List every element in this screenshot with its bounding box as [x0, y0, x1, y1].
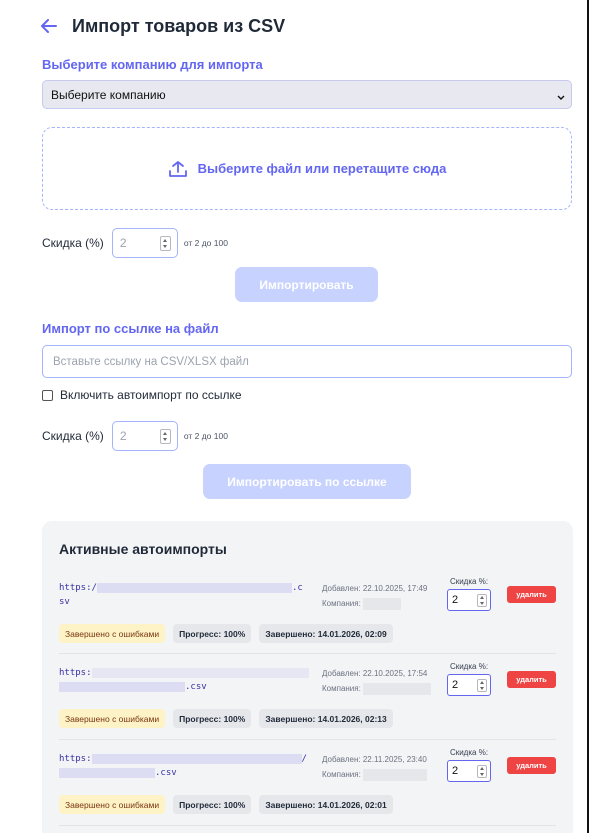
import-button[interactable]: Импортировать — [235, 267, 378, 302]
autoimport-discount: Скидка %: 2 — [447, 662, 491, 696]
dropzone-text: Выберите файл или перетащите сюда — [197, 161, 447, 176]
redacted-block — [59, 767, 155, 778]
divider — [59, 739, 556, 740]
autoimport-url[interactable]: https: / .csv — [59, 752, 307, 780]
delete-button[interactable]: удалить — [507, 671, 556, 688]
url-text-start: https:/ — [59, 583, 97, 593]
finished-badge: Завершено: 14.01.2026, 02:09 — [259, 624, 393, 643]
autoimport-item: https: / .csv Добавлен: 22.11.2025, 23:40… — [59, 748, 556, 820]
redacted-block — [91, 753, 302, 764]
autoimport-meta: Добавлен: 22.10.2025, 17:49 Компания: — [322, 581, 427, 611]
url-text-end: / — [301, 754, 307, 764]
discount-value: 2 — [452, 765, 459, 777]
url-text-line2: .csv — [185, 682, 207, 692]
autoimport-url[interactable]: https: .csv — [59, 666, 309, 694]
spinner-icon[interactable] — [159, 236, 171, 251]
url-placeholder: Вставьте ссылку на CSV/XLSX файл — [53, 355, 249, 368]
link-import-label: Импорт по ссылке на файл — [42, 321, 219, 336]
discount-label: Скидка (%) — [42, 236, 104, 250]
discount-input[interactable]: 2 — [111, 421, 178, 451]
autoimport-item: https: .csv Добавлен: 22.10.2025, 17:54 … — [59, 662, 556, 734]
status-badges: Завершено с ошибками Прогресс: 100% Заве… — [59, 709, 393, 728]
added-date: Добавлен: 22.10.2025, 17:49 — [322, 584, 428, 593]
page-title: Импорт товаров из CSV — [72, 15, 286, 36]
file-dropzone[interactable]: Выберите файл или перетащите сюда — [42, 127, 572, 210]
delete-button[interactable]: удалить — [507, 757, 556, 774]
autoimport-discount: Скидка %: 2 — [447, 748, 491, 782]
url-text-line2: sv — [59, 597, 70, 607]
company-label: Выберите компанию для импорта — [42, 57, 263, 72]
page-header: Импорт товаров из CSV — [40, 14, 285, 38]
company-label: Компания: — [322, 770, 361, 779]
autoimport-checkbox[interactable] — [42, 389, 53, 401]
status-badge: Завершено с ошибками — [59, 795, 166, 814]
url-input[interactable]: Вставьте ссылку на CSV/XLSX файл — [42, 345, 572, 378]
autoimport-meta: Добавлен: 22.10.2025, 17:54 Компания: — [322, 666, 432, 696]
redacted-block — [91, 667, 309, 678]
import-page: Импорт товаров из CSV Выберите компанию … — [0, 0, 589, 833]
status-badge: Завершено с ошибками — [59, 709, 166, 728]
autoimport-discount: Скидка %: 2 — [447, 577, 491, 611]
discount-hint: от 2 до 100 — [183, 431, 228, 441]
discount-value: 2 — [452, 594, 459, 606]
spinner-icon[interactable] — [477, 765, 487, 778]
company-select[interactable]: Выберите компанию — [42, 80, 572, 109]
back-arrow-icon[interactable] — [40, 17, 58, 35]
progress-badge: Прогресс: 100% — [173, 795, 252, 814]
panel-title: Активные автоимпорты — [59, 541, 227, 557]
redacted-block — [59, 681, 185, 692]
spinner-icon[interactable] — [477, 679, 487, 692]
status-badges: Завершено с ошибками Прогресс: 100% Заве… — [59, 624, 393, 643]
redacted-block — [363, 682, 432, 695]
autoimport-url[interactable]: https:/ .c sv — [59, 581, 303, 609]
spinner-icon[interactable] — [159, 429, 171, 444]
upload-icon — [168, 160, 188, 178]
file-discount-row: Скидка (%) 2 от 2 до 100 — [42, 228, 228, 258]
company-select-value: Выберите компанию — [51, 87, 166, 102]
divider — [59, 653, 556, 654]
company-label: Компания: — [322, 684, 361, 693]
added-date: Добавлен: 22.11.2025, 23:40 — [322, 755, 427, 764]
discount-hint: от 2 до 100 — [183, 238, 228, 248]
discount-col-label: Скидка %: — [449, 577, 489, 586]
url-text-start: https: — [59, 668, 92, 678]
divider — [59, 825, 556, 826]
active-autoimports-panel: Активные автоимпорты https:/.c sv Добавл… — [42, 521, 573, 833]
spinner-icon[interactable] — [477, 594, 487, 607]
autoimport-discount-input[interactable]: 2 — [447, 589, 491, 611]
status-badges: Завершено с ошибками Прогресс: 100% Заве… — [59, 795, 393, 814]
progress-badge: Прогресс: 100% — [173, 624, 252, 643]
autoimport-discount-input[interactable]: 2 — [447, 674, 491, 696]
progress-badge: Прогресс: 100% — [173, 709, 252, 728]
url-text-end: .c — [291, 583, 303, 593]
added-date: Добавлен: 22.10.2025, 17:54 — [322, 669, 428, 678]
discount-value: 2 — [119, 236, 127, 250]
delete-button[interactable]: удалить — [507, 586, 556, 603]
discount-input[interactable]: 2 — [111, 228, 178, 258]
chevron-down-icon — [557, 90, 565, 104]
autoimport-discount-input[interactable]: 2 — [447, 760, 491, 782]
autoimport-item: https:/ .c sv Добавлен: 22.10.2025, 17:49… — [59, 577, 556, 649]
autoimport-checkbox-row[interactable]: Включить автоимпорт по ссылке — [42, 388, 242, 402]
company-label: Компания: — [322, 599, 361, 608]
autoimport-label: Включить автоимпорт по ссылке — [60, 388, 242, 402]
discount-label: Скидка (%) — [42, 429, 104, 443]
link-discount-row: Скидка (%) 2 от 2 до 100 — [42, 421, 228, 451]
redacted-block — [96, 582, 292, 593]
finished-badge: Завершено: 14.01.2026, 02:01 — [259, 795, 393, 814]
redacted-block — [363, 597, 402, 610]
import-by-link-button[interactable]: Импортировать по ссылке — [203, 464, 411, 499]
finished-badge: Завершено: 14.01.2026, 02:13 — [259, 709, 393, 728]
url-text-line2: .csv — [155, 768, 177, 778]
url-text-start: https: — [59, 754, 92, 764]
discount-col-label: Скидка %: — [449, 662, 489, 671]
discount-value: 2 — [119, 429, 127, 443]
discount-value: 2 — [452, 679, 459, 691]
redacted-block — [363, 768, 428, 781]
discount-col-label: Скидка %: — [449, 748, 489, 757]
status-badge: Завершено с ошибками — [59, 624, 166, 643]
autoimport-meta: Добавлен: 22.11.2025, 23:40 Компания: — [322, 752, 428, 782]
